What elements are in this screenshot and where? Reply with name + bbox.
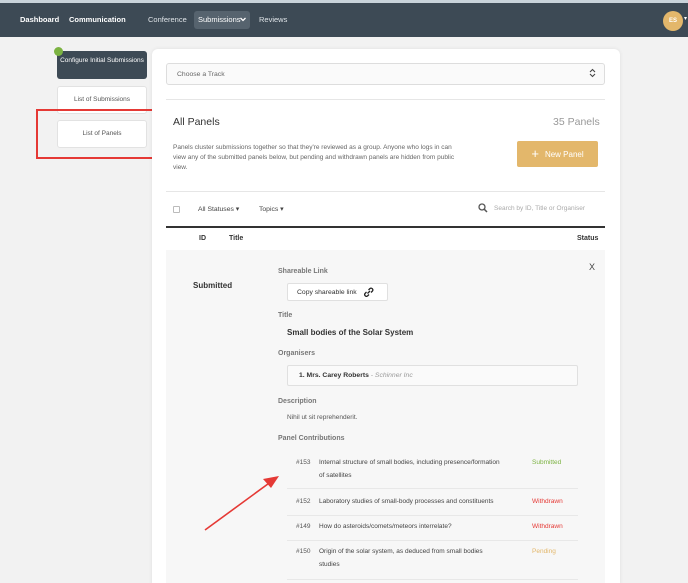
new-panel-label: New Panel — [544, 149, 584, 159]
column-title[interactable]: Title — [229, 235, 243, 242]
contribution-id: #150 — [296, 548, 311, 555]
track-select[interactable]: Choose a Track — [166, 63, 605, 85]
panel-count: 35 Panels — [553, 116, 600, 128]
contribution-title: Origin of the solar system, as deduced f… — [319, 548, 483, 568]
contribution-title: How do asteroids/comets/meteors interrel… — [319, 523, 452, 530]
nav-communication[interactable]: Communication — [69, 15, 126, 24]
copy-link-button[interactable]: Copy shareable link — [287, 283, 388, 301]
column-status[interactable]: Status — [577, 235, 598, 242]
nav-submissions[interactable]: Submissions — [198, 15, 241, 24]
shareable-link-label: Shareable Link — [278, 268, 328, 275]
plus-icon: + — [531, 146, 539, 161]
status-filter[interactable]: All Statuses ▾ — [198, 205, 239, 213]
contribution-row[interactable]: #150 Origin of the solar system, as dedu… — [287, 548, 578, 580]
contribution-status: Withdrawn — [532, 523, 563, 530]
status-filter-label: All Statuses — [198, 206, 234, 213]
contribution-row[interactable]: #153 Internal structure of small bodies,… — [287, 459, 578, 489]
status-dot-icon — [54, 47, 63, 56]
nav-dashboard[interactable]: Dashboard — [20, 15, 59, 24]
contributions-label: Panel Contributions — [278, 435, 345, 442]
contribution-status: Pending — [532, 548, 556, 555]
page-description: Panels cluster submissions together so t… — [173, 144, 455, 171]
contribution-status: Withdrawn — [532, 498, 563, 505]
contribution-title: Internal structure of small bodies, incl… — [319, 459, 500, 479]
nav-conference[interactable]: Conference — [148, 15, 187, 24]
contribution-id: #152 — [296, 498, 311, 505]
column-id[interactable]: ID — [199, 235, 206, 242]
avatar-caret-icon[interactable]: ▾ — [684, 15, 687, 22]
select-arrows-icon — [589, 68, 596, 80]
status-badge: Submitted — [193, 281, 233, 290]
avatar[interactable]: ES — [663, 11, 683, 31]
contribution-id: #149 — [296, 523, 311, 530]
title-label: Title — [278, 312, 293, 319]
table-header-border — [166, 226, 605, 228]
organiser-item: 1. Mrs. Carey Roberts - Schinner Inc — [287, 365, 578, 386]
top-nav: Dashboard Communication Conference Submi… — [0, 0, 688, 37]
sidebar-item-configure[interactable]: Configure Initial Submissions — [57, 51, 147, 79]
topics-filter-label: Topics — [259, 206, 279, 213]
organisers-label: Organisers — [278, 350, 315, 357]
copy-link-label: Copy shareable link — [297, 288, 357, 296]
organiser-name: 1. Mrs. Carey Roberts — [299, 372, 369, 379]
panel-title: Small bodies of the Solar System — [287, 328, 414, 337]
contribution-title: Laboratory studies of small-body process… — [319, 498, 494, 505]
search-input[interactable]: Search by ID, Title or Organiser — [494, 205, 585, 212]
close-icon[interactable]: X — [589, 262, 595, 272]
panel-description: Nihil ut sit reprehenderit. — [287, 414, 358, 421]
contribution-id: #153 — [296, 459, 311, 466]
select-all-checkbox[interactable] — [173, 206, 180, 213]
organiser-affiliation: - Schinner Inc — [368, 372, 413, 379]
page-title: All Panels — [173, 116, 220, 128]
link-icon — [363, 287, 374, 297]
divider — [166, 99, 605, 100]
divider — [166, 191, 605, 192]
nav-reviews[interactable]: Reviews — [259, 15, 287, 24]
chevron-down-icon — [240, 17, 246, 22]
description-label: Description — [278, 398, 317, 405]
contribution-row[interactable]: #152 Laboratory studies of small-body pr… — [287, 498, 578, 516]
contribution-status: Submitted — [532, 459, 562, 466]
contribution-row[interactable]: #149 How do asteroids/comets/meteors int… — [287, 523, 578, 541]
new-panel-button[interactable]: + New Panel — [517, 141, 598, 167]
search-icon[interactable] — [478, 203, 488, 213]
annotation-highlight-box — [36, 109, 167, 159]
topics-filter[interactable]: Topics ▾ — [259, 205, 284, 213]
